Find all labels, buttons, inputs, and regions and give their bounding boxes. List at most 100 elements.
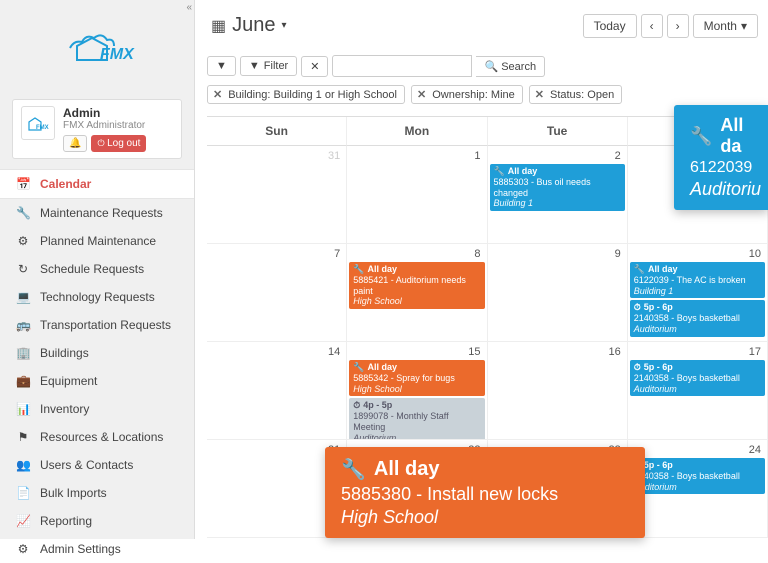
calendar-cell[interactable]: 9	[488, 244, 628, 342]
chip-remove-icon[interactable]: ✕	[213, 88, 222, 101]
svg-text:FMX: FMX	[100, 46, 135, 63]
calendar-event[interactable]: ⏱5p - 6p2140358 - Boys basketballAuditor…	[630, 360, 765, 396]
calendar-event[interactable]: ⏱5p - 6p2140358 - Boys basketballAuditor…	[630, 458, 765, 494]
search-icon: 🔍	[484, 61, 498, 73]
nav-reporting[interactable]: 📈 Reporting	[0, 507, 194, 535]
event-icon: 🔧	[494, 166, 505, 177]
calendar-cell[interactable]: 7	[207, 244, 347, 342]
day-header: Sun	[207, 117, 347, 146]
nav-label: Equipment	[40, 374, 97, 388]
chip-remove-icon[interactable]: ✕	[535, 88, 544, 101]
nav-schedule[interactable]: ↻ Schedule Requests	[0, 255, 194, 283]
nav-label: Reporting	[40, 514, 92, 528]
nav-icon: 💻	[16, 290, 30, 304]
calendar-event[interactable]: 🔧All day5885303 - Bus oil needs changedB…	[490, 164, 625, 211]
search-button[interactable]: 🔍 Search	[476, 56, 545, 77]
clear-filter-button[interactable]: ✕	[301, 56, 328, 77]
filter-bar: ▼ ▼Filter ✕ 🔍 Search	[207, 55, 768, 77]
cell-date: 15	[468, 346, 480, 358]
calendar-cell[interactable]: 14	[207, 342, 347, 440]
nav-icon: 📅	[16, 177, 30, 191]
calendar-cell[interactable]: 15 🔧All day5885342 - Spray for bugsHigh S…	[347, 342, 487, 440]
nav-equipment[interactable]: 💼Equipment	[0, 367, 194, 395]
calendar-cell[interactable]: 10 🔧All day6122039 - The AC is brokenBuil…	[628, 244, 768, 342]
nav-icon: 📈	[16, 514, 30, 528]
nav-icon: ⚙	[16, 542, 30, 556]
calendar-cell[interactable]: 24 ⏱5p - 6p2140358 - Boys basketballAudit…	[628, 440, 768, 538]
funnel-button[interactable]: ▼	[207, 56, 236, 76]
nav-label: Inventory	[40, 402, 89, 416]
nav-label: Buildings	[40, 346, 89, 360]
nav-icon: 🔧	[16, 206, 30, 220]
nav-icon: ⚑	[16, 430, 30, 444]
filter-chip[interactable]: ✕Building: Building 1 or High School	[207, 85, 405, 104]
cell-date: 16	[609, 346, 621, 358]
nav-planned[interactable]: ⚙Planned Maintenance	[0, 227, 194, 255]
event-icon: 🔧	[353, 264, 364, 275]
wrench-icon: 🔧	[341, 457, 366, 482]
nav-icon: 🚌	[16, 318, 30, 332]
nav-transport[interactable]: 🚌 Transportation Requests	[0, 311, 194, 339]
event-popup-blue[interactable]: 🔧All da 6122039 Auditoriu	[674, 105, 768, 210]
cell-date: 17	[749, 346, 761, 358]
nav-label: Admin Settings	[40, 542, 121, 556]
chip-remove-icon[interactable]: ✕	[417, 88, 426, 101]
nav-buildings[interactable]: 🏢 Buildings	[0, 339, 194, 367]
event-icon: 🔧	[353, 362, 364, 373]
user-card: FMX Admin FMX Administrator 🔔 Log out	[12, 99, 182, 159]
nav-admin[interactable]: ⚙ Admin Settings	[0, 535, 194, 563]
next-button[interactable]: ›	[667, 14, 689, 38]
sidebar: « FMX FMX Admin FMX Administrator 🔔 Log …	[0, 0, 195, 539]
filter-chip[interactable]: ✕Status: Open	[529, 85, 622, 104]
logo[interactable]: FMX	[0, 0, 194, 91]
logout-button[interactable]: Log out	[91, 135, 146, 152]
calendar-cell[interactable]: 1	[347, 146, 487, 244]
calendar-cell[interactable]: 2 🔧All day5885303 - Bus oil needs changed…	[488, 146, 628, 244]
nav-icon: ↻	[16, 262, 30, 276]
calendar-cell[interactable]: 16	[488, 342, 628, 440]
nav-technology[interactable]: 💻Technology Requests	[0, 283, 194, 311]
prev-button[interactable]: ‹	[641, 14, 663, 38]
filter-button[interactable]: ▼Filter	[240, 56, 297, 76]
nav-list: 📅Calendar🔧Maintenance Requests⚙Planned M…	[0, 169, 194, 563]
sidebar-collapse-icon[interactable]: «	[186, 2, 192, 13]
filter-chip[interactable]: ✕Ownership: Mine	[411, 85, 523, 104]
svg-text:FMX: FMX	[36, 125, 49, 131]
calendar-cell[interactable]: 17 ⏱5p - 6p2140358 - Boys basketballAudit…	[628, 342, 768, 440]
cell-date: 2	[615, 150, 621, 162]
cell-date: 10	[749, 248, 761, 260]
calendar-event[interactable]: ⏱5p - 6p2140358 - Boys basketballAuditor…	[630, 300, 765, 336]
event-icon: ⏱	[634, 362, 641, 373]
month-picker[interactable]: ▦ June ▾	[207, 10, 291, 41]
nav-inventory[interactable]: 📊Inventory	[0, 395, 194, 423]
today-button[interactable]: Today	[583, 14, 637, 38]
calendar-cell[interactable]: 8🔧All day5885421 - Auditorium needs pain…	[347, 244, 487, 342]
view-picker[interactable]: Month ▾	[693, 14, 758, 38]
nav-label: Schedule Requests	[40, 262, 144, 276]
cell-date: 1	[474, 150, 480, 162]
nav-calendar[interactable]: 📅Calendar	[0, 169, 194, 199]
calendar-event[interactable]: 🔧All day5885342 - Spray for bugsHigh Sch…	[349, 360, 484, 396]
event-icon: 🔧	[634, 264, 645, 275]
calendar-event[interactable]: ⏱4p - 5p1899078 - Monthly Staff MeetingA…	[349, 398, 484, 440]
notifications-button[interactable]: 🔔	[63, 135, 87, 152]
cell-date: 7	[334, 248, 340, 260]
nav-maintenance[interactable]: 🔧Maintenance Requests	[0, 199, 194, 227]
calendar-cell[interactable]: 31	[207, 146, 347, 244]
nav-bulk[interactable]: 📄Bulk Imports	[0, 479, 194, 507]
calendar-event[interactable]: 🔧All day5885421 - Auditorium needs paint…	[349, 262, 484, 309]
nav-icon: 🏢	[16, 346, 30, 360]
nav-resources[interactable]: ⚑Resources & Locations	[0, 423, 194, 451]
search-input[interactable]	[332, 55, 472, 77]
event-popup-orange[interactable]: 🔧All day 5885380 - Install new locks Hig…	[325, 447, 645, 538]
nav-users[interactable]: 👥Users & Contacts	[0, 451, 194, 479]
cell-date: 24	[749, 444, 761, 456]
funnel-icon: ▼	[249, 60, 260, 72]
calendar-event[interactable]: 🔧All day6122039 - The AC is brokenBuildi…	[630, 262, 765, 298]
nav-label: Users & Contacts	[40, 458, 133, 472]
avatar: FMX	[21, 106, 55, 140]
nav-label: Transportation Requests	[40, 318, 171, 332]
filter-chips: ✕Building: Building 1 or High School ✕Own…	[207, 85, 768, 104]
day-header: Tue	[488, 117, 628, 146]
chevron-down-icon: ▾	[741, 19, 747, 33]
